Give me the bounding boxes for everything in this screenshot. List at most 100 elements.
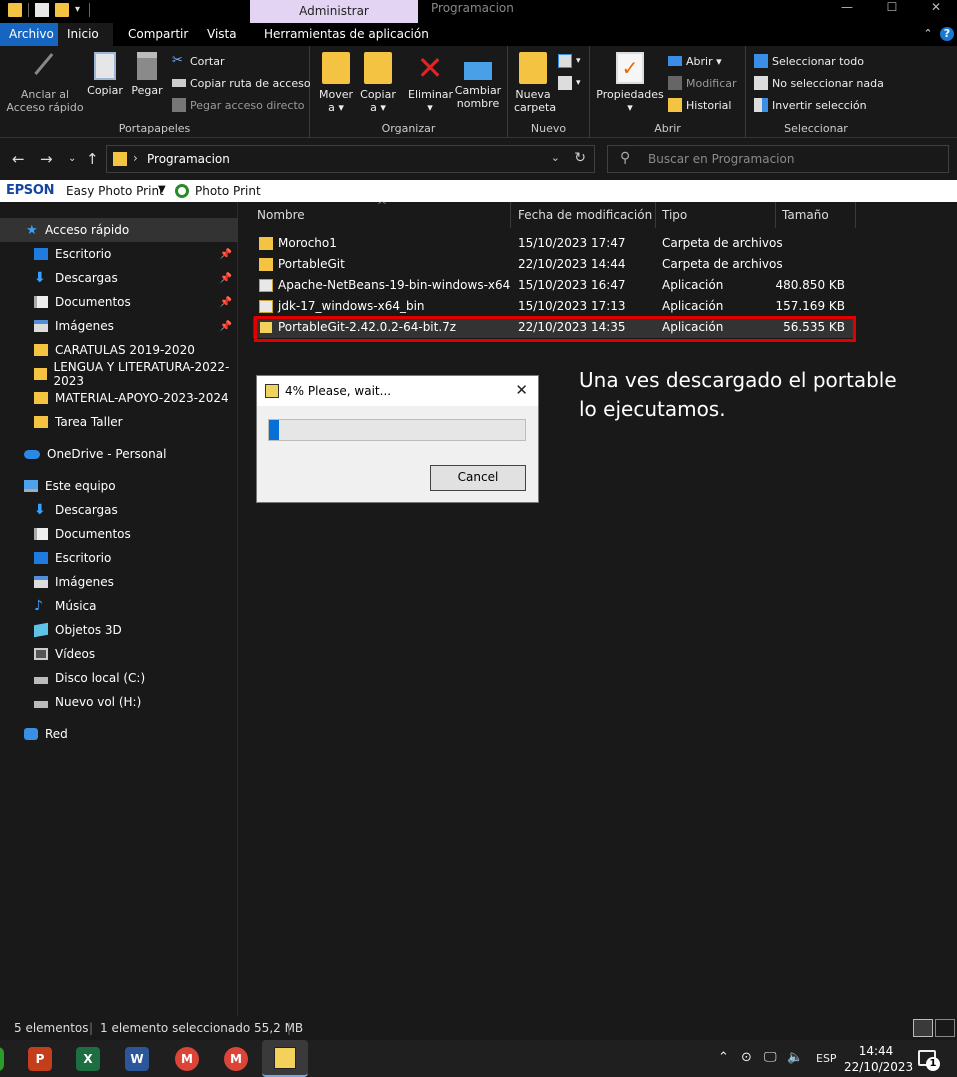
webcam-icon[interactable]: ⊙ [741, 1050, 752, 1065]
sidebar-item-tarea-taller[interactable]: Tarea Taller [0, 410, 238, 434]
copy-to-button[interactable]: Copiar a ▾ [360, 52, 396, 114]
notifications-icon[interactable]: 1 [918, 1050, 940, 1071]
pin-icon[interactable]: 📌 [220, 249, 232, 260]
sidebar-item-caratulas[interactable]: CARATULAS 2019-2020 [0, 338, 238, 362]
select-none-button[interactable]: No seleccionar nada [754, 74, 884, 92]
sidebar-item-onedrive[interactable]: OneDrive - Personal [0, 442, 238, 466]
address-bar[interactable]: › Programacion ⌄ ↻ [106, 145, 595, 173]
excel-icon[interactable]: X [76, 1047, 100, 1071]
large-icons-view-button[interactable] [935, 1019, 955, 1037]
app-icon[interactable] [0, 1047, 4, 1071]
sidebar-item-pc-objetos-3d[interactable]: Objetos 3D [0, 618, 238, 642]
recent-locations-icon[interactable]: ⌄ [68, 153, 76, 164]
sidebar-item-escritorio[interactable]: Escritorio 📌 [0, 242, 238, 266]
chevron-down-icon[interactable]: ⌄ [551, 151, 560, 164]
sidebar-item-imagenes[interactable]: Imágenes 📌 [0, 314, 238, 338]
clock[interactable]: 14:44 22/10/2023 [844, 1043, 913, 1075]
easy-photo-print-button[interactable]: Easy Photo Print [66, 184, 164, 198]
forward-arrow-icon[interactable]: → [40, 150, 53, 168]
up-arrow-icon[interactable]: ↑ [86, 150, 99, 168]
sidebar-item-material[interactable]: MATERIAL-APOYO-2023-2024 [0, 386, 238, 410]
tab-vista[interactable]: Vista [198, 23, 246, 46]
network-icon[interactable]: 🖵 [764, 1050, 777, 1065]
sidebar-item-disco-c[interactable]: Disco local (C:) [0, 666, 238, 690]
pin-icon[interactable]: 📌 [220, 273, 232, 284]
table-row[interactable]: jdk-17_windows-x64_bin 15/10/2023 17:13 … [253, 296, 855, 317]
tab-inicio[interactable]: Inicio [58, 23, 113, 46]
maximize-button[interactable]: ☐ [870, 0, 914, 16]
chevron-right-icon[interactable]: › [133, 151, 138, 165]
7z-sfx-taskbar-button[interactable] [262, 1040, 308, 1077]
sidebar-item-pc-musica[interactable]: ♪ Música [0, 594, 238, 618]
column-header-size[interactable]: Tamaño [776, 202, 856, 228]
sidebar-item-este-equipo[interactable]: Este equipo [0, 474, 238, 498]
new-folder-button[interactable]: Nueva carpeta [514, 52, 556, 114]
tab-compartir[interactable]: Compartir [119, 23, 197, 46]
pin-icon[interactable]: 📌 [220, 297, 232, 308]
copy-path-button[interactable]: Copiar ruta de acceso [172, 74, 311, 92]
help-icon[interactable]: ? [940, 27, 954, 41]
word-icon[interactable]: W [125, 1047, 149, 1071]
sidebar-item-pc-documentos[interactable]: Documentos [0, 522, 238, 546]
photo-print-button[interactable]: Photo Print [195, 184, 261, 198]
search-placeholder[interactable]: Buscar en Programacion [648, 152, 794, 166]
sidebar-item-nuevo-vol-h[interactable]: Nuevo vol (H:) [0, 690, 238, 714]
table-row[interactable]: Apache-NetBeans-19-bin-windows-x64 15/10… [253, 275, 855, 296]
search-box[interactable]: ⚲ Buscar en Programacion [607, 145, 949, 173]
new-folder-icon[interactable] [55, 3, 69, 17]
sidebar-item-quick-access[interactable]: ★ Acceso rápido [0, 218, 238, 242]
table-row[interactable]: Morocho1 15/10/2023 17:47 Carpeta de arc… [253, 233, 855, 254]
chrome-profile-icon[interactable]: M [224, 1047, 248, 1071]
pin-quick-access-button[interactable]: Anclar al Acceso rápido [6, 52, 84, 114]
delete-button[interactable]: ✕ Eliminar ▾ [408, 52, 453, 114]
copy-button[interactable]: Copiar [86, 52, 124, 97]
sidebar-item-pc-descargas[interactable]: ⬇ Descargas [0, 498, 238, 522]
tab-archivo[interactable]: Archivo [0, 23, 58, 46]
invert-selection-button[interactable]: Invertir selección [754, 96, 867, 114]
sidebar-item-pc-videos[interactable]: Vídeos [0, 642, 238, 666]
sidebar-item-descargas[interactable]: ⬇ Descargas 📌 [0, 266, 238, 290]
rename-button[interactable]: Cambiar nombre [454, 52, 502, 110]
chevron-down-icon[interactable]: ▼ [158, 184, 166, 195]
new-item-button[interactable]: ▾ [558, 52, 581, 70]
cut-button[interactable]: ✂ Cortar [172, 52, 225, 70]
open-button[interactable]: Abrir ▾ [668, 52, 722, 70]
sidebar-item-documentos[interactable]: Documentos 📌 [0, 290, 238, 314]
properties-icon[interactable] [35, 3, 49, 17]
details-view-button[interactable] [913, 1019, 933, 1037]
sidebar-item-lengua[interactable]: LENGUA Y LITERATURA-2022-2023 [0, 360, 238, 388]
table-row[interactable]: PortableGit 22/10/2023 14:44 Carpeta de … [253, 254, 855, 275]
breadcrumb[interactable]: Programacion [147, 152, 230, 166]
select-all-button[interactable]: Seleccionar todo [754, 52, 864, 70]
easy-access-button[interactable]: ▾ [558, 74, 581, 92]
cancel-button[interactable]: Cancel [430, 465, 526, 491]
properties-label: Propiedades ▾ [596, 88, 664, 114]
pin-icon[interactable]: 📌 [220, 321, 232, 332]
powerpoint-icon[interactable]: P [28, 1047, 52, 1071]
sidebar-item-pc-imagenes[interactable]: Imágenes [0, 570, 238, 594]
show-hidden-icons-icon[interactable]: ⌃ [718, 1050, 729, 1065]
refresh-icon[interactable]: ↻ [574, 150, 586, 166]
chevron-down-icon[interactable]: ▾ [75, 3, 83, 17]
volume-icon[interactable]: 🔈 [787, 1050, 803, 1065]
minimize-button[interactable]: — [825, 0, 869, 16]
move-to-button[interactable]: Mover a ▾ [318, 52, 354, 114]
context-tab-administrar[interactable]: Administrar [250, 0, 418, 23]
column-header-type[interactable]: Tipo [656, 202, 776, 228]
tab-herramientas[interactable]: Herramientas de aplicación [255, 23, 438, 46]
folder-icon[interactable] [8, 3, 22, 17]
collapse-ribbon-icon[interactable]: ⌃ [921, 27, 935, 41]
chrome-icon[interactable]: M [175, 1047, 199, 1071]
close-icon[interactable]: ✕ [515, 381, 528, 399]
history-button[interactable]: Historial [668, 96, 731, 114]
paste-shortcut-button[interactable]: Pegar acceso directo [172, 96, 305, 114]
sidebar-item-red[interactable]: Red [0, 722, 238, 746]
column-header-date[interactable]: Fecha de modificación [512, 202, 656, 228]
language-indicator[interactable]: ESP [816, 1052, 837, 1065]
edit-button[interactable]: Modificar [668, 74, 737, 92]
back-arrow-icon[interactable]: ← [12, 150, 25, 168]
sidebar-item-pc-escritorio[interactable]: Escritorio [0, 546, 238, 570]
properties-button[interactable]: ✓ Propiedades ▾ [596, 52, 664, 114]
close-button[interactable]: ✕ [914, 0, 957, 16]
paste-button[interactable]: Pegar [129, 52, 165, 97]
